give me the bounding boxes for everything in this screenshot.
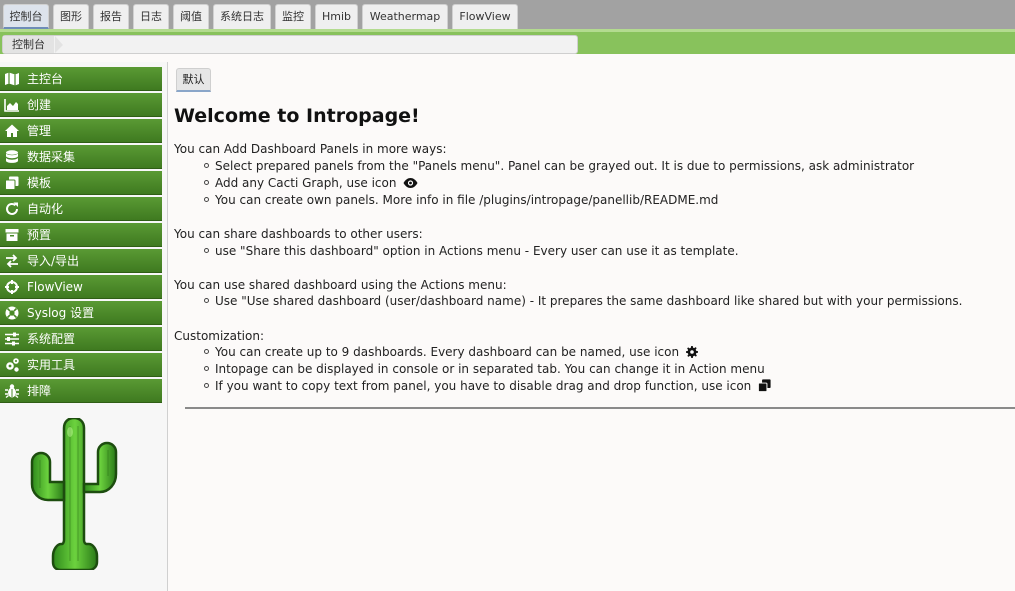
list-item: If you want to copy text from panel, you…: [204, 379, 771, 393]
list-item-text: Intopage can be displayed in console or …: [215, 362, 765, 376]
sidebar-item-system-config[interactable]: 系统配置: [0, 327, 162, 351]
crosshairs-icon: [5, 280, 19, 294]
sliders-icon: [5, 332, 19, 346]
list-item-text: You can create up to 9 dashboards. Every…: [215, 345, 680, 359]
sidebar-item-label: 模板: [27, 176, 52, 190]
bullet-dot: [204, 163, 209, 168]
gear-icon: [685, 346, 698, 358]
list-item: You can create up to 9 dashboards. Every…: [204, 345, 698, 359]
bullet-dot: [204, 349, 209, 354]
breadcrumb: 控制台: [2, 35, 578, 54]
section-heading: You can use shared dashboard using the A…: [174, 278, 507, 292]
sidebar-item-presets[interactable]: 预置: [0, 223, 162, 247]
tab-reports[interactable]: 报告: [93, 4, 129, 29]
sidebar-item-import-export[interactable]: 导入/导出: [0, 249, 162, 273]
list-item-text: Add any Cacti Graph, use icon: [215, 176, 397, 190]
tab-syslog[interactable]: 系统日志: [213, 4, 271, 29]
sidebar-item-templates[interactable]: 模板: [0, 171, 162, 195]
sidebar-item-label: 预置: [27, 228, 52, 242]
tab-graphs[interactable]: 图形: [53, 4, 89, 29]
sidebar-item-console[interactable]: 主控台: [0, 67, 162, 91]
sidebar-item-manage[interactable]: 管理: [0, 119, 162, 143]
breadcrumb-band: 控制台: [0, 29, 1015, 54]
sidebar-item-flowview[interactable]: FlowView: [0, 275, 162, 299]
list-item: Select prepared panels from the "Panels …: [204, 159, 914, 173]
list-item-text: Select prepared panels from the "Panels …: [215, 159, 915, 173]
map-icon: [5, 72, 19, 86]
dashboard-tab-default[interactable]: 默认: [176, 68, 211, 92]
list-item-text: Use "Use shared dashboard (user/dashboar…: [215, 294, 963, 308]
sidebar-item-label: 创建: [27, 98, 52, 112]
archive-icon: [5, 229, 19, 241]
tab-logs[interactable]: 日志: [133, 4, 169, 29]
bullet-dot: [204, 366, 209, 371]
divider: [185, 407, 1015, 409]
list-item-text: use "Share this dashboard" option in Act…: [215, 244, 739, 258]
sidebar-item-label: 导入/导出: [27, 254, 80, 268]
breadcrumb-arrow: [55, 36, 63, 53]
sidebar-item-label: 自动化: [27, 202, 64, 216]
main-content: 默认 Welcome to Intropage! You can Add Das…: [168, 62, 1015, 591]
cacti-logo: [30, 418, 118, 570]
bullet-dot: [204, 180, 209, 185]
top-tab-bar: 控制台 图形 报告 日志 阈值 系统日志 监控 Hmib Weathermap …: [0, 0, 1015, 29]
bullet-dot: [204, 197, 209, 202]
cogs-icon: [6, 358, 19, 372]
refresh-icon: [6, 202, 18, 215]
sidebar-item-troubleshoot[interactable]: 排障: [0, 379, 162, 403]
sidebar-item-label: FlowView: [27, 280, 83, 294]
list-item: Add any Cacti Graph, use icon: [204, 176, 418, 190]
list-item: use "Share this dashboard" option in Act…: [204, 244, 739, 258]
home-icon: [5, 124, 19, 137]
copy-icon: [758, 379, 771, 392]
sidebar-item-label: 数据采集: [27, 150, 76, 164]
tab-monitor[interactable]: 监控: [275, 4, 311, 29]
sidebar-item-automation[interactable]: 自动化: [0, 197, 162, 221]
list-item: Intopage can be displayed in console or …: [204, 362, 765, 376]
copy-icon: [5, 176, 19, 190]
bullet-dot: [204, 383, 209, 388]
sidebar-item-syslog-settings[interactable]: Syslog 设置: [0, 301, 162, 325]
bullet-dot: [204, 248, 209, 253]
breadcrumb-item-console[interactable]: 控制台: [3, 36, 54, 53]
section-heading: You can share dashboards to other users:: [174, 227, 423, 241]
database-icon: [6, 150, 18, 163]
list-item-text: You can create own panels. More info in …: [215, 193, 719, 207]
sidebar: 主控台 创建 管理 数据采集 模板 自动化 预置 导入/导出 FlowView …: [0, 62, 168, 591]
sidebar-item-utilities[interactable]: 实用工具: [0, 353, 162, 377]
bullet-dot: [204, 298, 209, 303]
tab-weathermap[interactable]: Weathermap: [362, 4, 448, 29]
sidebar-item-label: 主控台: [27, 72, 64, 86]
section-heading: Customization:: [174, 329, 264, 343]
eye-icon: [403, 178, 418, 188]
tab-console[interactable]: 控制台: [3, 4, 49, 29]
sidebar-item-data-collection[interactable]: 数据采集: [0, 145, 162, 169]
list-item-text: If you want to copy text from panel, you…: [215, 379, 752, 393]
area-chart-icon: [4, 99, 19, 112]
life-ring-icon: [5, 306, 19, 320]
list-item: Use "Use shared dashboard (user/dashboar…: [204, 294, 962, 308]
sidebar-item-create[interactable]: 创建: [0, 93, 162, 117]
sidebar-item-label: Syslog 设置: [27, 306, 95, 320]
page-title: Welcome to Intropage!: [174, 105, 420, 127]
sidebar-item-label: 排障: [27, 384, 52, 398]
bug-icon: [5, 384, 19, 399]
tab-hmib[interactable]: Hmib: [315, 4, 358, 29]
sidebar-item-label: 管理: [27, 124, 52, 138]
tab-flowview[interactable]: FlowView: [452, 4, 518, 29]
exchange-icon: [6, 254, 18, 268]
sidebar-item-label: 系统配置: [27, 332, 76, 346]
section-heading: You can Add Dashboard Panels in more way…: [174, 142, 447, 156]
sidebar-item-label: 实用工具: [27, 358, 76, 372]
tab-thresholds[interactable]: 阈值: [173, 4, 209, 29]
list-item: You can create own panels. More info in …: [204, 193, 718, 207]
